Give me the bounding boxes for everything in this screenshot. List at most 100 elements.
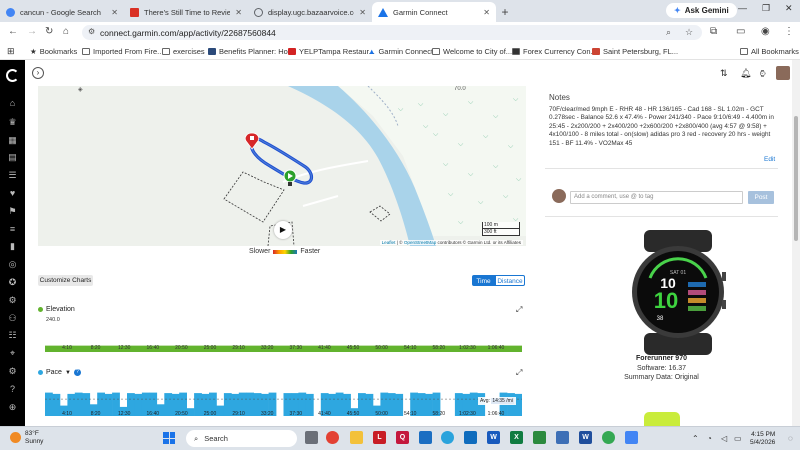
file-explorer-icon[interactable] xyxy=(350,431,363,444)
word-online-icon[interactable]: W xyxy=(579,431,592,444)
word-icon[interactable]: W xyxy=(487,431,500,444)
home-icon[interactable]: ⌂ xyxy=(63,26,69,37)
post-button[interactable]: Post xyxy=(748,191,774,204)
fullscreen-icon[interactable]: ⤢ xyxy=(516,305,522,315)
side-panel-icon[interactable]: ▭ xyxy=(736,26,745,37)
pace-chart[interactable]: 4:10 8:20 12:30 16:40 20:50 25:00 29:10 33:20 37… xyxy=(45,386,522,420)
settings-icon[interactable]: ⚙ xyxy=(7,366,18,377)
maps-icon[interactable] xyxy=(625,431,638,444)
chevron-up-icon[interactable]: ⌃ xyxy=(692,434,699,443)
reload-icon[interactable]: ↻ xyxy=(45,26,53,37)
sync-icon[interactable]: ⇅ xyxy=(720,68,728,79)
reports-icon[interactable]: ≡ xyxy=(7,224,18,235)
activity-map[interactable]: ⌵⌵⌵ ⌵⌵⌵ ⌵⌵⌵ ⌵⌵⌵ ⌵⌵⌵ ⌵⌵⌵ ⌵⌵⌵ 70.0 ◈ ▶ 100… xyxy=(38,86,526,246)
tab-google-search[interactable]: cancun - Google Search ✕ xyxy=(0,2,124,22)
window-close-icon[interactable]: ✕ xyxy=(785,3,793,14)
activities-icon[interactable]: ☰ xyxy=(7,170,18,181)
volume-icon[interactable]: ◁ xyxy=(721,434,727,443)
close-icon[interactable]: ✕ xyxy=(111,8,118,17)
wifi-icon[interactable]: ◔ xyxy=(707,434,712,443)
stats-icon[interactable]: ▮ xyxy=(7,241,18,252)
bookmark-forex[interactable]: Forex Currency Con... xyxy=(512,46,597,57)
ask-gemini-button[interactable]: ✦ Ask Gemini xyxy=(666,3,737,18)
dropdown-icon[interactable]: ▼ xyxy=(65,370,71,376)
minimize-icon[interactable]: — xyxy=(738,3,747,13)
battery-icon[interactable]: ▭ xyxy=(734,434,742,443)
edit-notes-link[interactable]: Edit xyxy=(764,156,775,163)
notifications-bell-icon[interactable]: ◌ xyxy=(788,434,793,443)
bookmark-exercises[interactable]: exercises xyxy=(162,46,205,57)
health-icon[interactable]: ♥ xyxy=(7,188,18,199)
insights-icon[interactable]: ✪ xyxy=(7,277,18,288)
calendar-icon[interactable]: ▦ xyxy=(7,135,18,146)
connections-icon[interactable]: ⚇ xyxy=(7,313,18,324)
chrome-active-icon[interactable] xyxy=(602,431,615,444)
photo-viewer-icon[interactable] xyxy=(556,431,569,444)
notifications-icon[interactable]: 🔔︎ xyxy=(740,68,751,79)
garmin-connect-logo[interactable] xyxy=(6,69,19,82)
all-bookmarks[interactable]: All Bookmarks xyxy=(740,46,799,57)
taskbar-search[interactable]: ⌕ Search xyxy=(186,430,297,447)
menu-icon[interactable]: ⋮ xyxy=(784,26,794,37)
elevation-chart[interactable]: 4:10 8:20 12:30 16:40 20:50 25:00 29:10 33:20 37… xyxy=(45,324,522,354)
challenges-icon[interactable]: ♛ xyxy=(7,117,18,128)
gear-icon[interactable]: ⚙ xyxy=(7,295,18,306)
scroll-thumb[interactable] xyxy=(794,116,798,241)
fullscreen-icon[interactable]: ⤢ xyxy=(516,368,522,378)
lastpass-icon[interactable]: L xyxy=(373,431,386,444)
home-icon[interactable]: ⌂ xyxy=(7,98,18,109)
profile-icon[interactable]: ◉ xyxy=(761,26,770,37)
bookmark-garmin[interactable]: ▲ Garmin Connect xyxy=(368,46,433,57)
leaflet-link[interactable]: Leaflet xyxy=(382,240,396,245)
apps-grid-icon[interactable]: ⊞ xyxy=(7,46,15,57)
site-settings-icon[interactable]: ⚙ xyxy=(88,27,95,36)
quicken-icon[interactable]: Q xyxy=(396,431,409,444)
back-icon[interactable]: ← xyxy=(8,26,18,37)
restore-icon[interactable]: ❐ xyxy=(762,3,770,14)
watch-icon[interactable]: ⌚︎ xyxy=(758,68,767,81)
tab-gmail[interactable]: There's Still Time to Review Yo ✕ xyxy=(124,2,248,22)
weather-widget[interactable]: 83°F Sunny xyxy=(10,430,43,445)
help-icon[interactable]: ? xyxy=(7,384,18,395)
telegram-icon[interactable] xyxy=(441,431,454,444)
zoom-icon[interactable]: ⌕ xyxy=(666,27,671,38)
badges-icon[interactable]: ◎ xyxy=(7,259,18,270)
bookmark-bookmarks[interactable]: ★ Bookmarks xyxy=(30,46,77,57)
avatar[interactable] xyxy=(776,66,790,80)
toggle-time[interactable]: Time xyxy=(472,275,495,286)
comment-input[interactable]: Add a comment, use @ to tag xyxy=(570,191,743,204)
device-icon[interactable]: ⊕ xyxy=(7,402,18,413)
project-icon[interactable] xyxy=(533,431,546,444)
new-tab-button[interactable]: + xyxy=(496,2,514,22)
bookmark-benefits-planner[interactable]: Benefits Planner: Ho... xyxy=(208,46,294,57)
toggle-distance[interactable]: Distance xyxy=(495,275,525,286)
close-icon[interactable]: ✕ xyxy=(359,8,366,17)
expand-nav-button[interactable]: › xyxy=(32,67,44,79)
groups-icon[interactable]: ☷ xyxy=(7,330,18,341)
courses-icon[interactable]: ⌖ xyxy=(7,348,18,359)
star-icon[interactable]: ☆ xyxy=(685,27,693,38)
system-clock[interactable]: 4:15 PM 5/4/2026 xyxy=(750,431,775,447)
bookmark-imported[interactable]: Imported From Fire... xyxy=(82,46,163,57)
customize-charts-button[interactable]: Customize Charts xyxy=(38,275,93,286)
info-icon[interactable]: ? xyxy=(73,369,81,376)
mail-icon[interactable] xyxy=(464,431,477,444)
osm-link[interactable]: OpenStreetMap xyxy=(404,240,436,245)
photos-icon[interactable] xyxy=(419,431,432,444)
news-icon[interactable]: ▤ xyxy=(7,152,18,163)
excel-icon[interactable]: X xyxy=(510,431,523,444)
bookmark-saint-petersburg[interactable]: Saint Petersburg, FL... xyxy=(592,46,678,57)
play-route-button[interactable]: ▶ xyxy=(274,221,292,239)
chrome-icon[interactable] xyxy=(326,431,339,444)
bookmark-city[interactable]: Welcome to City of... xyxy=(432,46,512,57)
close-icon[interactable]: ✕ xyxy=(235,8,242,17)
tab-garmin-connect[interactable]: Garmin Connect ✕ xyxy=(372,2,496,22)
training-icon[interactable]: ⚑ xyxy=(7,206,18,217)
tab-bazaarvoice[interactable]: display.ugc.bazaarvoice.com/st ✕ xyxy=(248,2,372,22)
page-scrollbar[interactable] xyxy=(792,60,800,426)
bookmark-yelp[interactable]: YELPTampa Restaur... xyxy=(288,46,375,57)
close-icon[interactable]: ✕ xyxy=(483,8,490,17)
forward-icon[interactable]: → xyxy=(27,26,37,37)
windows-start-icon[interactable] xyxy=(163,432,175,444)
layers-icon[interactable]: ◈ xyxy=(78,86,83,93)
